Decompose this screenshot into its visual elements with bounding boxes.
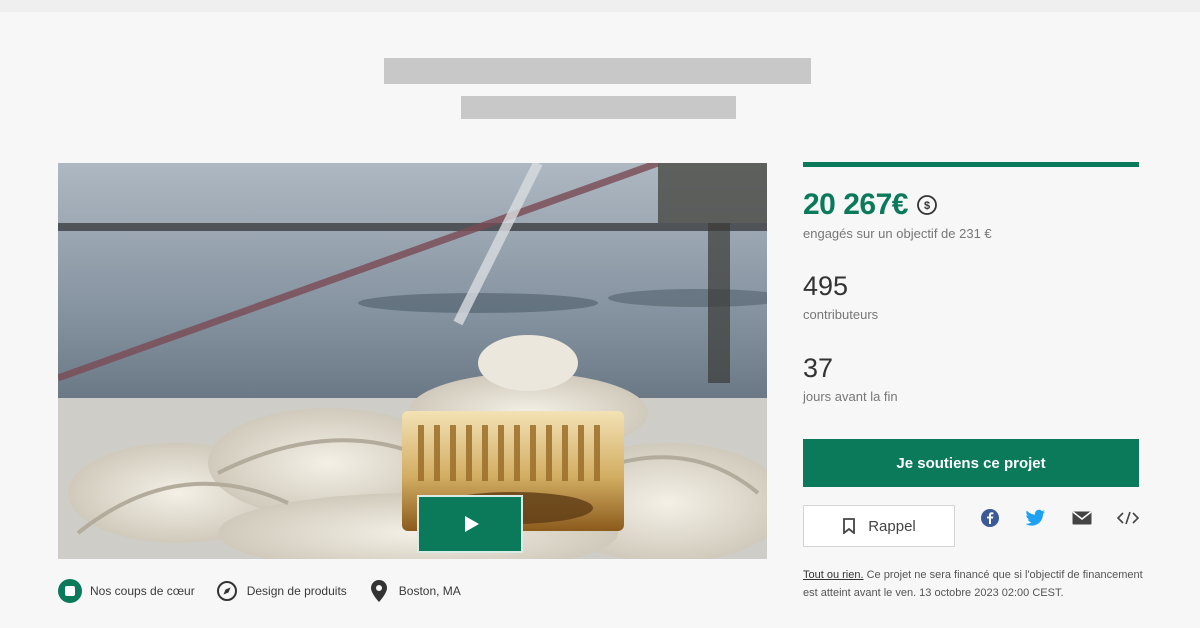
project-tags: Nos coups de cœur Design de produits Bos… xyxy=(58,578,481,604)
project-title-redacted xyxy=(384,58,811,84)
funding-progress-bar xyxy=(803,162,1139,167)
email-icon[interactable] xyxy=(1071,507,1093,529)
days-remaining-label: jours avant la fin xyxy=(803,389,898,404)
embed-icon[interactable] xyxy=(1117,507,1139,529)
tag-label: Design de produits xyxy=(246,584,347,598)
tag-label: Nos coups de cœur xyxy=(90,584,195,598)
video-thumbnail xyxy=(58,163,767,559)
project-video[interactable] xyxy=(58,163,767,559)
amount-raised: 20 267€ xyxy=(803,188,908,221)
compass-icon xyxy=(215,579,239,603)
support-project-button[interactable]: Je soutiens ce projet xyxy=(803,439,1139,487)
reminder-button[interactable]: Rappel xyxy=(803,505,955,547)
twitter-icon[interactable] xyxy=(1025,507,1047,529)
currency-convert-icon[interactable]: $ xyxy=(916,194,938,216)
funding-progress-fill xyxy=(803,162,1139,167)
days-remaining: 37 xyxy=(803,353,834,383)
contributors-label: contributeurs xyxy=(803,307,879,322)
play-button[interactable] xyxy=(417,495,523,553)
tag-label: Boston, MA xyxy=(398,584,461,598)
heart-badge-icon xyxy=(58,579,82,603)
amount-row: 20 267€ $ xyxy=(803,188,938,222)
tag-favorites[interactable]: Nos coups de cœur xyxy=(58,579,195,603)
bookmark-icon xyxy=(843,518,856,534)
project-subtitle-redacted xyxy=(461,96,736,119)
all-or-nothing-link[interactable]: Tout ou rien. xyxy=(803,569,864,581)
svg-text:$: $ xyxy=(924,200,930,212)
facebook-icon[interactable] xyxy=(979,507,1001,529)
funding-terms: Tout ou rien. Ce projet ne sera financé … xyxy=(803,566,1143,602)
reminder-label: Rappel xyxy=(868,517,916,535)
top-band xyxy=(0,0,1200,12)
play-icon xyxy=(465,516,479,532)
location-pin-icon xyxy=(367,579,391,603)
contributors-count: 495 xyxy=(803,271,849,301)
goal-text: engagés sur un objectif de 231 € xyxy=(803,226,992,241)
tag-category[interactable]: Design de produits xyxy=(215,579,347,603)
tag-location[interactable]: Boston, MA xyxy=(367,579,461,603)
